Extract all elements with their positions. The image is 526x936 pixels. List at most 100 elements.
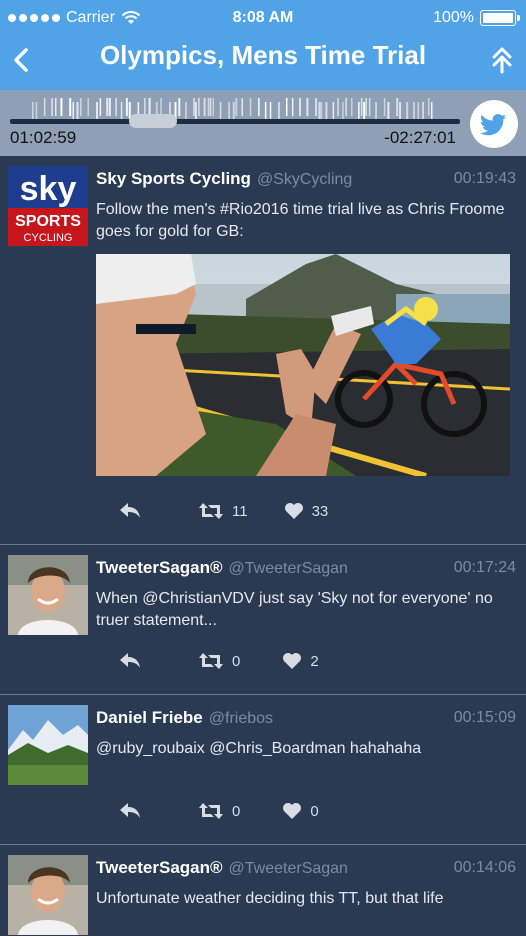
like-action[interactable]: 0 xyxy=(282,802,319,820)
timeline-tick xyxy=(264,102,267,120)
like-count: 33 xyxy=(311,502,329,520)
back-chevron-icon[interactable] xyxy=(8,42,34,78)
battery-icon xyxy=(480,10,520,26)
timeline-tick xyxy=(228,102,230,120)
timeline-tick xyxy=(422,102,424,120)
reply-icon[interactable] xyxy=(118,801,142,821)
tweet-card[interactable]: TweeterSagan® @TweeterSagan 00:17:24 When… xyxy=(0,545,526,695)
timeline-tick xyxy=(320,102,323,120)
retweet-action[interactable]: 11 xyxy=(198,501,248,521)
twitter-button[interactable] xyxy=(470,100,518,148)
timeline-tick xyxy=(431,102,433,120)
timeline-tick xyxy=(291,98,294,116)
timeline-tick xyxy=(387,102,390,120)
timeline-event-ticks xyxy=(32,98,433,120)
tweet-text: Unfortunate weather deciding this TT, bu… xyxy=(96,890,444,907)
timeline-tick xyxy=(351,98,353,116)
timeline-tick xyxy=(258,98,260,116)
like-action[interactable]: 2 xyxy=(282,652,319,670)
retweet-action[interactable]: 0 xyxy=(198,651,240,671)
avatar xyxy=(8,855,88,935)
timeline-tick xyxy=(195,102,197,120)
timeline-tick xyxy=(417,102,420,120)
timeline-thumb[interactable] xyxy=(129,114,177,128)
timeline-tick xyxy=(278,102,280,120)
tweet-author[interactable]: Sky Sports Cycling @SkyCycling xyxy=(96,169,352,189)
svg-text:CYCLING: CYCLING xyxy=(24,232,73,244)
reply-icon[interactable] xyxy=(118,501,142,521)
heart-icon xyxy=(284,503,303,519)
scroll-top-icon[interactable] xyxy=(490,44,514,74)
author-handle: @TweeterSagan xyxy=(228,860,348,877)
tweet-actions: 11 33 xyxy=(118,501,328,521)
tweet-text: When @ChristianVDV just say 'Sky not for… xyxy=(96,590,493,629)
timeline-tick xyxy=(120,102,123,120)
timeline-tick xyxy=(375,102,377,120)
reply-icon[interactable] xyxy=(118,651,142,671)
app-header: Carrier 8:08 AM 100% Olympics, Mens Time… xyxy=(0,0,526,90)
tweet-actions: 0 2 xyxy=(118,651,319,671)
tweet-card[interactable]: sky SPORTS CYCLING Sky Sports Cycling @Sk… xyxy=(0,156,526,545)
tweet-author[interactable]: TweeterSagan® @TweeterSagan xyxy=(96,558,348,578)
timeline-tick xyxy=(185,102,187,120)
retweet-count: 0 xyxy=(232,802,241,820)
retweet-action[interactable]: 0 xyxy=(198,801,240,821)
timeline-tick xyxy=(249,98,252,116)
battery-percent: 100% xyxy=(433,9,474,26)
tweet-author[interactable]: TweeterSagan® @TweeterSagan xyxy=(96,858,348,878)
timeline-tick xyxy=(368,98,371,116)
tweet-card[interactable]: TweeterSagan® @TweeterSagan 00:14:06 Unfo… xyxy=(0,845,526,936)
retweet-icon xyxy=(199,503,223,519)
svg-text:SPORTS: SPORTS xyxy=(15,213,81,230)
timeline-scrubber: 01:02:59 -02:27:01 xyxy=(0,90,526,156)
timeline-tick xyxy=(32,102,34,120)
timeline-tick xyxy=(315,98,317,116)
timeline-track[interactable] xyxy=(10,119,460,124)
timeline-tick xyxy=(306,98,309,116)
like-count: 0 xyxy=(310,802,319,820)
timeline-tick xyxy=(342,102,344,120)
timeline-tick xyxy=(76,102,79,120)
author-name: Daniel Friebe xyxy=(96,708,203,727)
timeline-tick xyxy=(87,98,89,116)
timeline-tick xyxy=(219,102,222,120)
timeline-tick xyxy=(363,102,366,120)
author-handle: @SkyCycling xyxy=(256,171,353,188)
timeline-tick xyxy=(198,98,200,116)
timeline-tick xyxy=(178,98,181,116)
tweet-text: @ruby_roubaix @Chris_Boardman hahahaha xyxy=(96,740,422,757)
timeline-tick xyxy=(365,98,367,116)
timeline-tick xyxy=(299,98,301,116)
heart-icon xyxy=(283,653,302,669)
timeline-tick xyxy=(108,98,111,116)
timeline-tick xyxy=(396,98,399,116)
tweet-feed: sky SPORTS CYCLING Sky Sports Cycling @Sk… xyxy=(0,156,526,936)
timeline-tick xyxy=(99,98,102,116)
author-name: TweeterSagan® xyxy=(96,558,223,577)
timeline-tick xyxy=(399,102,401,120)
tweet-text: Follow the men's #Rio2016 time trial liv… xyxy=(96,201,505,240)
timeline-tick xyxy=(193,98,195,116)
timeline-tick xyxy=(60,98,63,116)
timeline-tick xyxy=(115,98,117,116)
like-action[interactable]: 33 xyxy=(284,502,329,520)
timeline-tick xyxy=(232,102,235,120)
timeline-tick xyxy=(51,98,53,116)
timeline-tick xyxy=(286,98,288,116)
timeline-tick xyxy=(69,98,72,116)
timeline-tick xyxy=(428,98,430,116)
tweet-time: 00:19:43 xyxy=(453,170,516,187)
timeline-tick xyxy=(325,102,328,120)
retweet-count: 0 xyxy=(232,652,241,670)
timeline-tick xyxy=(43,98,46,116)
tweet-actions: 0 0 xyxy=(118,801,319,821)
tweet-time: 00:17:24 xyxy=(453,559,516,576)
timeline-tick xyxy=(80,98,82,116)
avatar xyxy=(8,705,88,785)
page-title: Olympics, Mens Time Trial xyxy=(99,40,427,70)
tweet-card[interactable]: Daniel Friebe @friebos 00:15:09 @ruby_rou… xyxy=(0,695,526,845)
tweet-author[interactable]: Daniel Friebe @friebos xyxy=(96,708,273,728)
retweet-icon xyxy=(199,803,223,819)
tweet-photo[interactable] xyxy=(96,254,510,476)
timeline-tick xyxy=(413,102,415,120)
